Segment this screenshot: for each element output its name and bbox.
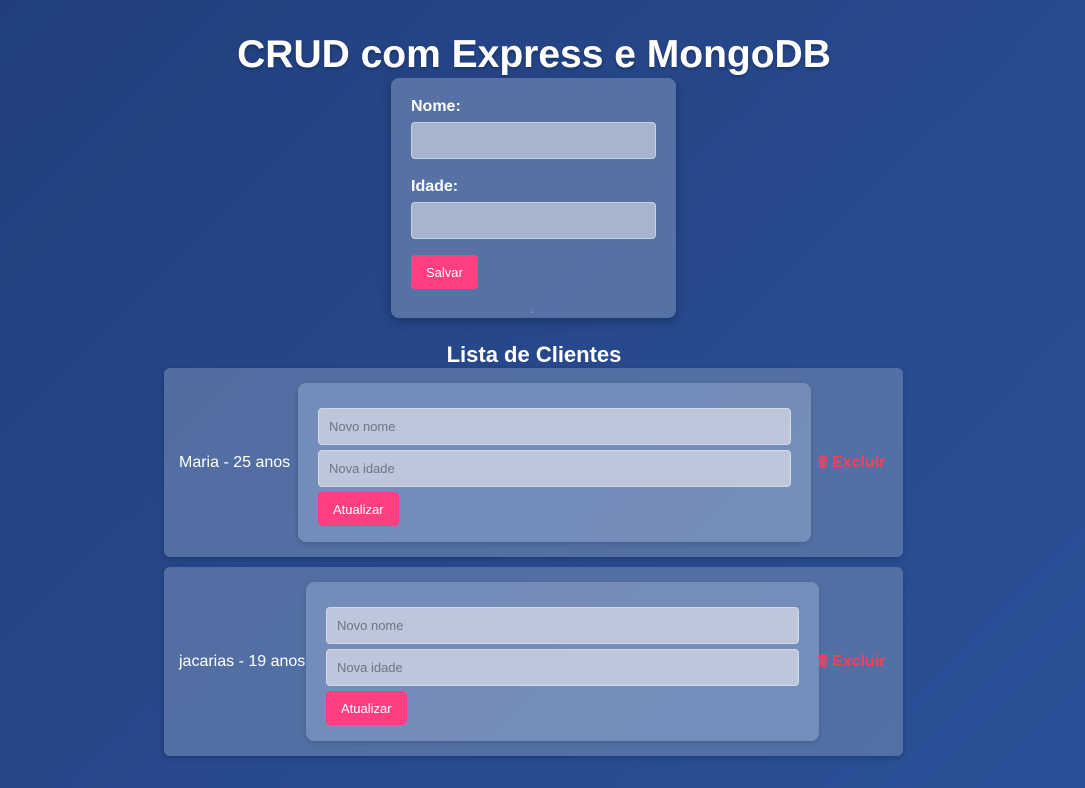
delete-label: Excluir xyxy=(832,653,886,670)
age-input[interactable] xyxy=(411,202,656,239)
client-text: jacarias - 19 anos xyxy=(179,653,306,670)
list-title: Lista de Clientes xyxy=(446,342,622,367)
page-title: CRUD com Express e MongoDB xyxy=(237,33,831,76)
name-label: Nome: xyxy=(411,98,461,115)
new-name-input[interactable] xyxy=(326,607,799,644)
client-form: Nome: Idade: Salvar xyxy=(391,78,676,318)
update-button[interactable]: Atualizar xyxy=(318,492,399,526)
new-age-input[interactable] xyxy=(318,450,791,487)
client-text: Maria - 25 anos xyxy=(179,454,291,471)
age-label: Idade: xyxy=(411,178,459,195)
new-name-input[interactable] xyxy=(318,408,791,445)
edit-panel: Atualizar xyxy=(298,383,811,542)
update-button[interactable]: Atualizar xyxy=(326,691,407,725)
client-item: Maria - 25 anos Atualizar Excluir xyxy=(164,368,903,557)
client-item: jacarias - 19 anos Atualizar Excluir xyxy=(164,567,903,756)
delete-button[interactable]: Excluir xyxy=(818,653,885,671)
trash-icon xyxy=(818,654,828,667)
name-input[interactable] xyxy=(411,122,656,159)
trash-icon xyxy=(818,455,828,468)
save-button[interactable]: Salvar xyxy=(411,255,478,289)
new-age-input[interactable] xyxy=(326,649,799,686)
delete-button[interactable]: Excluir xyxy=(818,454,885,472)
delete-label: Excluir xyxy=(832,454,886,471)
edit-panel: Atualizar xyxy=(306,582,819,741)
